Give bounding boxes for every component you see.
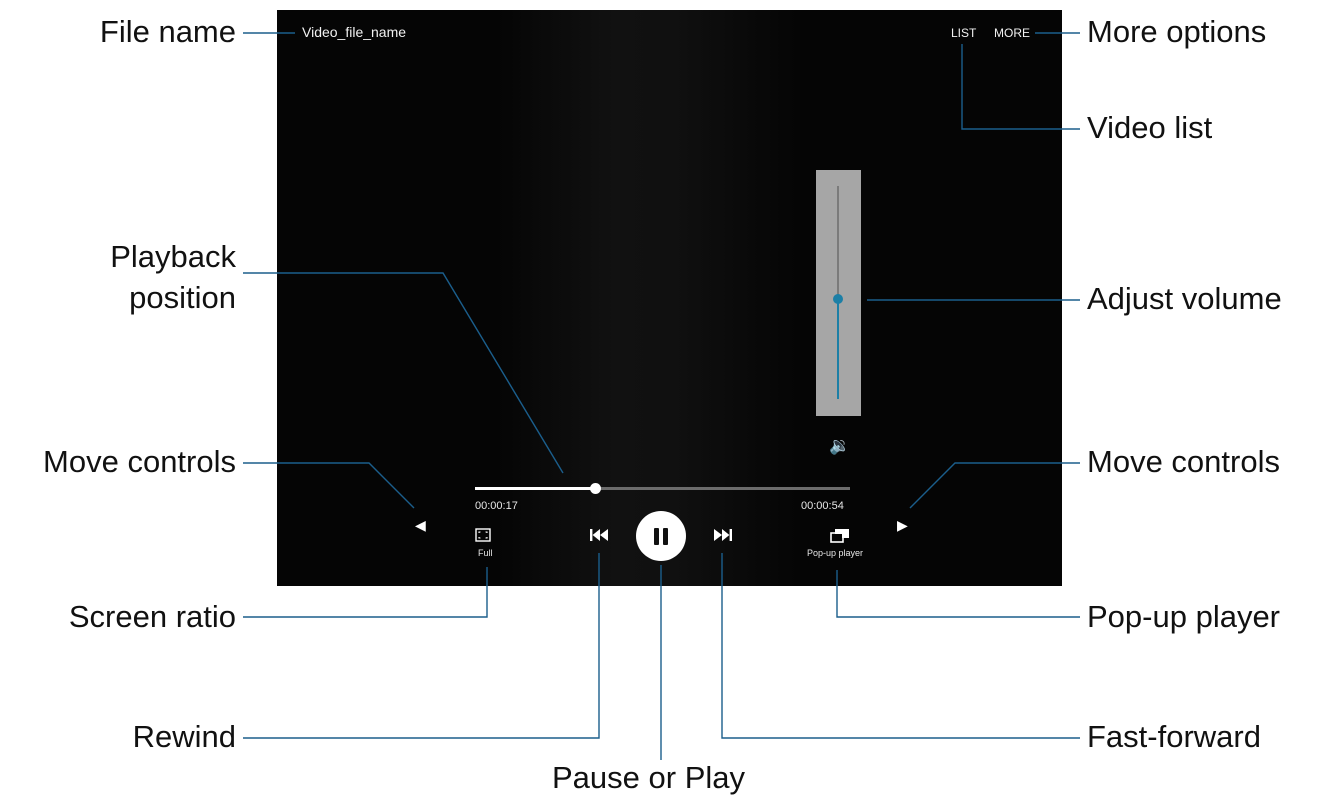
screen-ratio-button[interactable] bbox=[475, 528, 491, 547]
callout-playback-position: Playback position bbox=[110, 236, 236, 318]
callout-fast-forward: Fast-forward bbox=[1087, 719, 1261, 754]
move-right-icon[interactable]: ▶ bbox=[897, 517, 908, 534]
screen-ratio-icon bbox=[475, 528, 491, 542]
volume-fill bbox=[837, 298, 839, 399]
video-player-screen[interactable]: Video_file_name LIST MORE 🔉 00:00:17 00:… bbox=[277, 10, 1062, 586]
volume-icon[interactable]: 🔉 bbox=[829, 436, 850, 456]
list-button[interactable]: LIST bbox=[951, 26, 976, 40]
callout-playback-line2: position bbox=[129, 280, 236, 315]
seek-bar[interactable] bbox=[475, 483, 850, 494]
more-button[interactable]: MORE bbox=[994, 26, 1030, 40]
fast-forward-icon bbox=[714, 529, 732, 541]
popup-player-icon bbox=[830, 529, 849, 543]
volume-slider[interactable] bbox=[816, 170, 861, 416]
callout-rewind: Rewind bbox=[132, 719, 236, 754]
current-time: 00:00:17 bbox=[475, 500, 518, 512]
callout-popup-player: Pop-up player bbox=[1087, 599, 1281, 634]
callout-adjust-volume: Adjust volume bbox=[1087, 281, 1282, 316]
callout-move-controls-left: Move controls bbox=[43, 444, 236, 479]
rewind-button[interactable] bbox=[589, 527, 609, 548]
callout-more-options: More options bbox=[1087, 14, 1267, 49]
volume-handle[interactable] bbox=[833, 293, 843, 304]
callout-playback-line1: Playback bbox=[110, 239, 236, 274]
fast-forward-button[interactable] bbox=[713, 527, 733, 548]
pause-icon-bar-right bbox=[663, 528, 668, 545]
callout-screen-ratio: Screen ratio bbox=[68, 599, 236, 634]
video-frame bbox=[497, 10, 797, 586]
popup-player-button[interactable] bbox=[830, 528, 850, 548]
file-name-label: Video_file_name bbox=[302, 24, 407, 40]
seek-progress bbox=[475, 487, 595, 490]
pause-button[interactable] bbox=[636, 511, 686, 561]
callout-move-controls-right: Move controls bbox=[1087, 444, 1280, 479]
callout-file-name: File name bbox=[99, 14, 236, 49]
pause-icon-bar-left bbox=[654, 528, 659, 545]
callout-pause-or-play: Pause or Play bbox=[552, 760, 745, 795]
callout-video-list: Video list bbox=[1087, 110, 1213, 145]
move-left-icon[interactable]: ◀ bbox=[415, 517, 426, 534]
rewind-icon bbox=[590, 529, 608, 541]
screen-ratio-label: Full bbox=[478, 548, 493, 558]
popup-player-label: Pop-up player bbox=[807, 548, 864, 558]
total-time: 00:00:54 bbox=[801, 500, 844, 512]
seek-handle[interactable] bbox=[590, 483, 601, 494]
